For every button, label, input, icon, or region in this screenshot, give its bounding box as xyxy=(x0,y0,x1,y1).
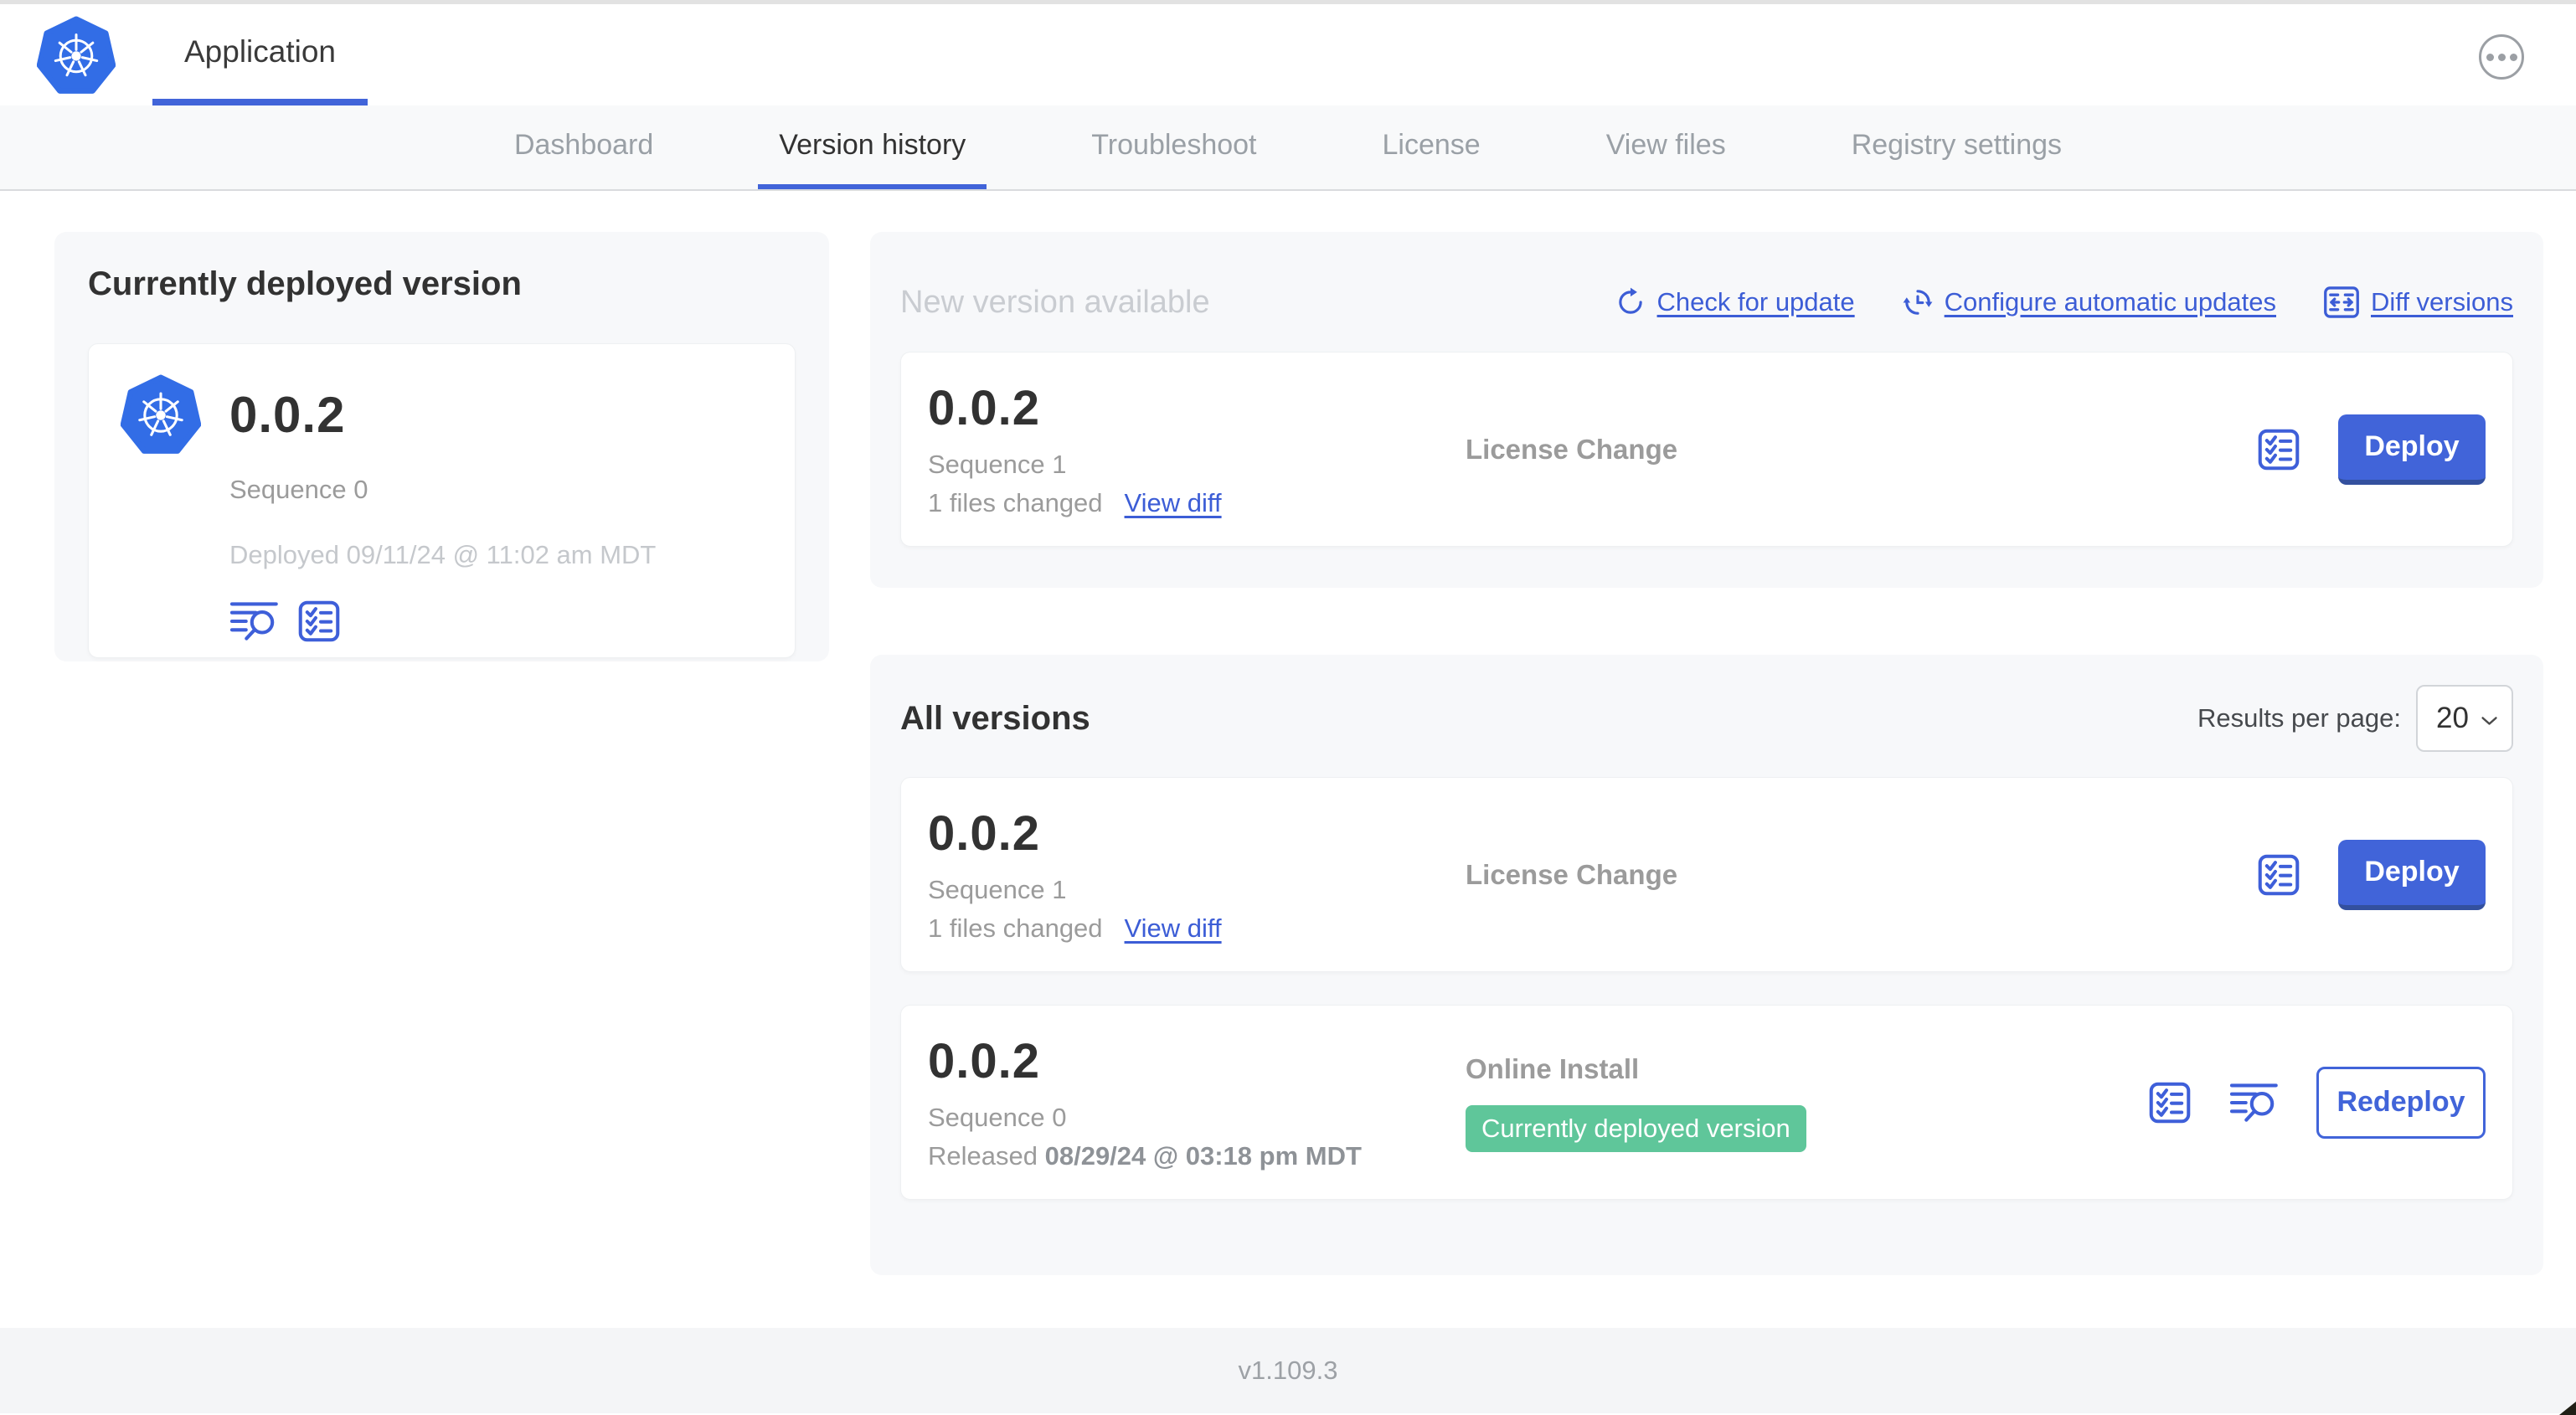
all-versions-title: All versions xyxy=(900,699,1090,737)
version-number: 0.0.2 xyxy=(928,1034,1040,1088)
version-number: 0.0.2 xyxy=(928,806,1040,861)
tab-troubleshoot[interactable]: Troubleshoot xyxy=(1070,105,1277,189)
version-source: License Change xyxy=(1466,858,1678,890)
app-title: Application xyxy=(184,33,337,69)
deploy-button[interactable]: Deploy xyxy=(2338,839,2486,910)
results-per-page-label: Results per page: xyxy=(2197,703,2401,733)
deployed-sequence-label: Sequence 0 xyxy=(229,475,368,504)
diff-versions-link[interactable]: Diff versions xyxy=(2323,286,2513,319)
version-source: Online Install xyxy=(1466,1052,1640,1084)
currently-deployed-badge: Currently deployed version xyxy=(1466,1104,1806,1152)
app-footer: v1.109.3 xyxy=(0,1328,2576,1413)
sequence-label: Sequence 1 xyxy=(928,450,1067,479)
preflight-checks-icon[interactable] xyxy=(2147,1080,2192,1125)
new-version-row: 0.0.2 Sequence 1 1 files changed View di… xyxy=(900,352,2513,547)
preflight-checks-icon[interactable] xyxy=(2256,852,2301,898)
sequence-label: Sequence 0 xyxy=(928,1103,1067,1132)
tab-registry-settings[interactable]: Registry settings xyxy=(1831,105,2083,189)
all-versions-panel: All versions Results per page: 20 0.0.2 … xyxy=(870,655,2543,1275)
files-changed-label: 1 files changed xyxy=(928,913,1103,943)
overflow-menu-button[interactable] xyxy=(2479,34,2524,80)
view-diff-link[interactable]: View diff xyxy=(1125,913,1222,944)
results-per-page-value: 20 xyxy=(2436,702,2469,734)
check-for-update-link[interactable]: Check for update xyxy=(1615,286,1855,318)
deploy-button[interactable]: Deploy xyxy=(2338,414,2486,485)
nav-tab-bar: Dashboard Version history Troubleshoot L… xyxy=(0,105,2576,191)
console-version-label: v1.109.3 xyxy=(1238,1356,1338,1385)
sequence-label: Sequence 1 xyxy=(928,875,1067,904)
version-source: License Change xyxy=(1466,433,1678,465)
currently-deployed-title: Currently deployed version xyxy=(88,265,522,302)
files-changed-label: 1 files changed xyxy=(928,488,1103,517)
results-per-page-select[interactable]: 20 xyxy=(2416,685,2513,752)
view-diff-link[interactable]: View diff xyxy=(1125,488,1222,518)
app-title-tab[interactable]: Application xyxy=(152,4,368,105)
refresh-icon xyxy=(1615,286,1646,318)
tab-dashboard[interactable]: Dashboard xyxy=(493,105,674,189)
configure-automatic-updates-link[interactable]: Configure automatic updates xyxy=(1902,286,2276,318)
redeploy-button[interactable]: Redeploy xyxy=(2316,1066,2486,1139)
new-version-panel: New version available Check for update C… xyxy=(870,232,2543,588)
diff-icon xyxy=(2323,286,2360,319)
currently-deployed-card: 0.0.2 Sequence 0 Deployed 09/11/24 @ 11:… xyxy=(88,343,796,658)
app-header: Application xyxy=(0,0,2576,105)
version-row: 0.0.2 Sequence 1 1 files changed View di… xyxy=(900,777,2513,972)
tab-license[interactable]: License xyxy=(1362,105,1502,189)
main-content: Currently deployed version 0.0.2 Sequenc… xyxy=(0,191,2576,1328)
preflight-checks-icon[interactable] xyxy=(2256,427,2301,472)
version-row: 0.0.2 Sequence 0 Released 08/29/24 @ 03:… xyxy=(900,1005,2513,1200)
new-version-title: New version available xyxy=(900,284,1210,320)
version-number: 0.0.2 xyxy=(928,381,1040,435)
preflight-checks-icon[interactable] xyxy=(296,599,342,644)
tab-view-files[interactable]: View files xyxy=(1585,105,1747,189)
kubernetes-icon xyxy=(121,374,201,455)
chevron-down-icon xyxy=(2481,714,2498,728)
schedule-icon xyxy=(1902,286,1934,318)
tab-version-history[interactable]: Version history xyxy=(758,105,987,189)
ellipsis-icon xyxy=(2486,53,2494,61)
view-logs-icon[interactable] xyxy=(2229,1080,2280,1125)
kubernetes-logo-icon xyxy=(37,16,116,95)
currently-deployed-panel: Currently deployed version 0.0.2 Sequenc… xyxy=(54,232,829,661)
released-timestamp: Released 08/29/24 @ 03:18 pm MDT xyxy=(928,1141,1362,1171)
view-logs-icon[interactable] xyxy=(229,599,280,644)
deployed-timestamp: Deployed 09/11/24 @ 11:02 am MDT xyxy=(229,540,657,569)
deployed-version-number: 0.0.2 xyxy=(229,386,346,443)
